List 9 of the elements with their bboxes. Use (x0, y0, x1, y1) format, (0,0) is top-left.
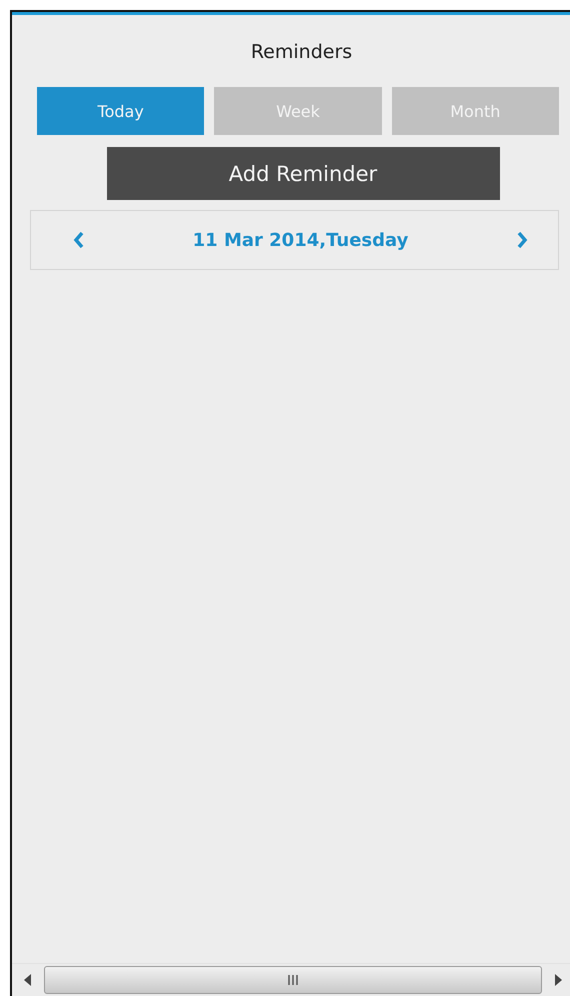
next-icon[interactable] (516, 231, 528, 249)
scroll-right-icon[interactable] (554, 974, 562, 986)
scroll-left-icon[interactable] (24, 974, 32, 986)
page-title: Reminders (250, 40, 352, 65)
current-date: 11 Mar 2014,Tuesday (192, 230, 408, 250)
previous-icon[interactable] (73, 231, 85, 249)
add-reminder-button[interactable]: Add Reminder (106, 147, 500, 200)
scrollbar-thumb[interactable] (44, 966, 542, 994)
tab[interactable]: Today (37, 87, 204, 135)
